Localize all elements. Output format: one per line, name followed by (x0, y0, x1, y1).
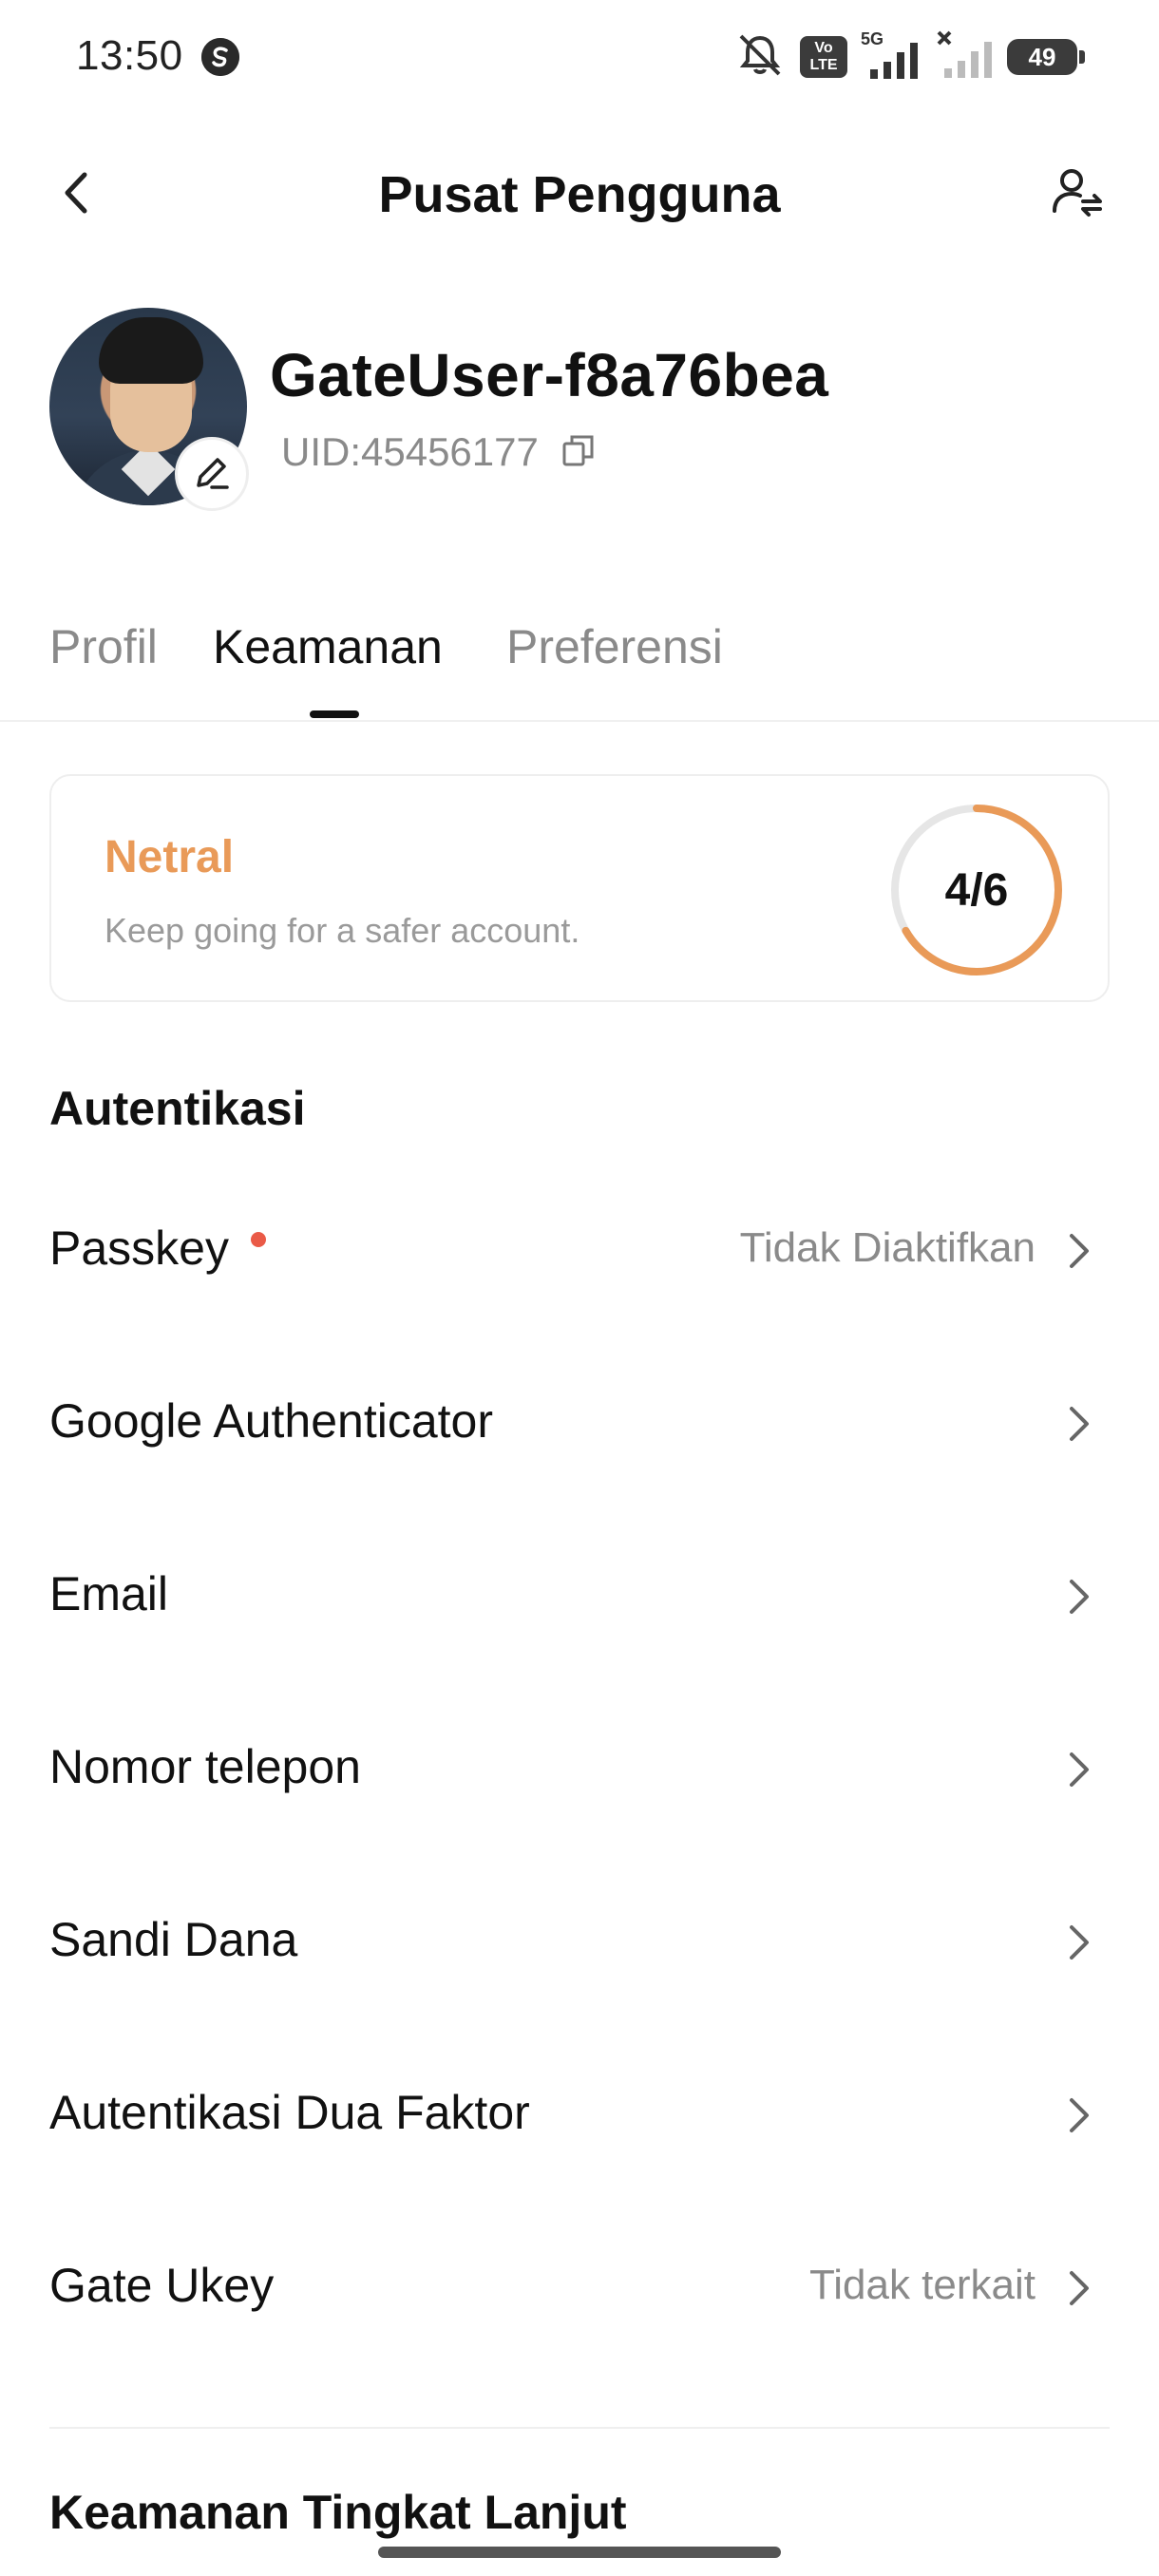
status-bar: 13:50 Vo LTE 5G 49 (0, 0, 1159, 114)
row-label: Passkey (49, 1222, 229, 1275)
authentication-list: Passkey Tidak Diaktifkan Google Authenti… (0, 1165, 1159, 2376)
account-switch-icon (1049, 163, 1106, 225)
active-tab-indicator (310, 710, 359, 718)
chevron-right-icon (1054, 1568, 1102, 1625)
security-score-text: 4/6 (944, 864, 1009, 916)
home-indicator[interactable] (378, 2547, 781, 2558)
row-label: Nomor telepon (49, 1740, 361, 1793)
row-label: Email (49, 1567, 169, 1620)
row-label: Sandi Dana (49, 1913, 298, 1966)
app-notification-icon (201, 38, 239, 76)
row-label: Google Authenticator (49, 1394, 493, 1448)
volte-bottom: LTE (809, 57, 838, 73)
volte-icon: Vo LTE (800, 36, 847, 78)
authentication-section-title: Autentikasi (49, 1082, 306, 1135)
status-time: 13:50 (76, 32, 183, 79)
volte-top: Vo (814, 40, 833, 56)
row-sandi-dana[interactable]: Sandi Dana (0, 1857, 1159, 2030)
signal-no-service-icon (937, 30, 994, 85)
chevron-right-icon (1054, 2260, 1102, 2317)
tab-keamanan[interactable]: Keamanan (213, 619, 443, 674)
row-status: Tidak terkait (808, 2262, 1036, 2308)
silent-bell-icon (733, 28, 787, 86)
row-autentikasi-dua-faktor[interactable]: Autentikasi Dua Faktor (0, 2030, 1159, 2203)
copy-icon (560, 432, 597, 473)
chevron-right-icon (1054, 1222, 1102, 1279)
security-level: Netral (104, 832, 235, 882)
username: GateUser-f8a76bea (270, 341, 829, 409)
header: Pusat Pengguna (0, 142, 1159, 247)
row-email[interactable]: Email (0, 1511, 1159, 1684)
copy-uid-button[interactable] (560, 433, 598, 471)
profile-section: GateUser-f8a76bea UID:45456177 (0, 304, 1159, 513)
security-score-card[interactable]: Netral Keep going for a safer account. 4… (49, 774, 1110, 1002)
status-icons: Vo LTE 5G 49 (733, 28, 1085, 86)
page-title: Pusat Pengguna (378, 166, 781, 223)
chevron-right-icon (1054, 1914, 1102, 1971)
tab-profil[interactable]: Profil (49, 619, 158, 674)
row-label: Autentikasi Dua Faktor (49, 2086, 530, 2139)
chevron-right-icon (1054, 1741, 1102, 1798)
row-label: Gate Ukey (49, 2259, 275, 2312)
uid-text: UID:45456177 (281, 429, 539, 474)
advanced-security-section-title: Keamanan Tingkat Lanjut (49, 2486, 627, 2539)
row-google-authenticator[interactable]: Google Authenticator (0, 1338, 1159, 1511)
section-divider (49, 2427, 1110, 2429)
uid-row: UID:45456177 (281, 429, 598, 475)
account-switch-button[interactable] (1043, 160, 1112, 228)
edit-avatar-button[interactable] (175, 437, 249, 511)
chevron-right-icon (1054, 1395, 1102, 1452)
notification-dot (251, 1232, 266, 1247)
battery-icon: 49 (1007, 39, 1085, 75)
chevron-right-icon (1054, 2087, 1102, 2144)
row-gate-ukey[interactable]: Gate Ukey Tidak terkait (0, 2203, 1159, 2376)
pencil-icon (191, 451, 233, 498)
signal-5g-icon: 5G (861, 29, 923, 81)
avatar-hair-shape (99, 317, 203, 384)
row-status: Tidak Diaktifkan (739, 1224, 1036, 1271)
tab-bar: Profil Keamanan Preferensi (0, 608, 1159, 722)
security-hint: Keep going for a safer account. (104, 911, 580, 950)
row-passkey[interactable]: Passkey Tidak Diaktifkan (0, 1165, 1159, 1338)
tab-preferensi[interactable]: Preferensi (506, 619, 723, 674)
row-nomor-telepon[interactable]: Nomor telepon (0, 1684, 1159, 1857)
